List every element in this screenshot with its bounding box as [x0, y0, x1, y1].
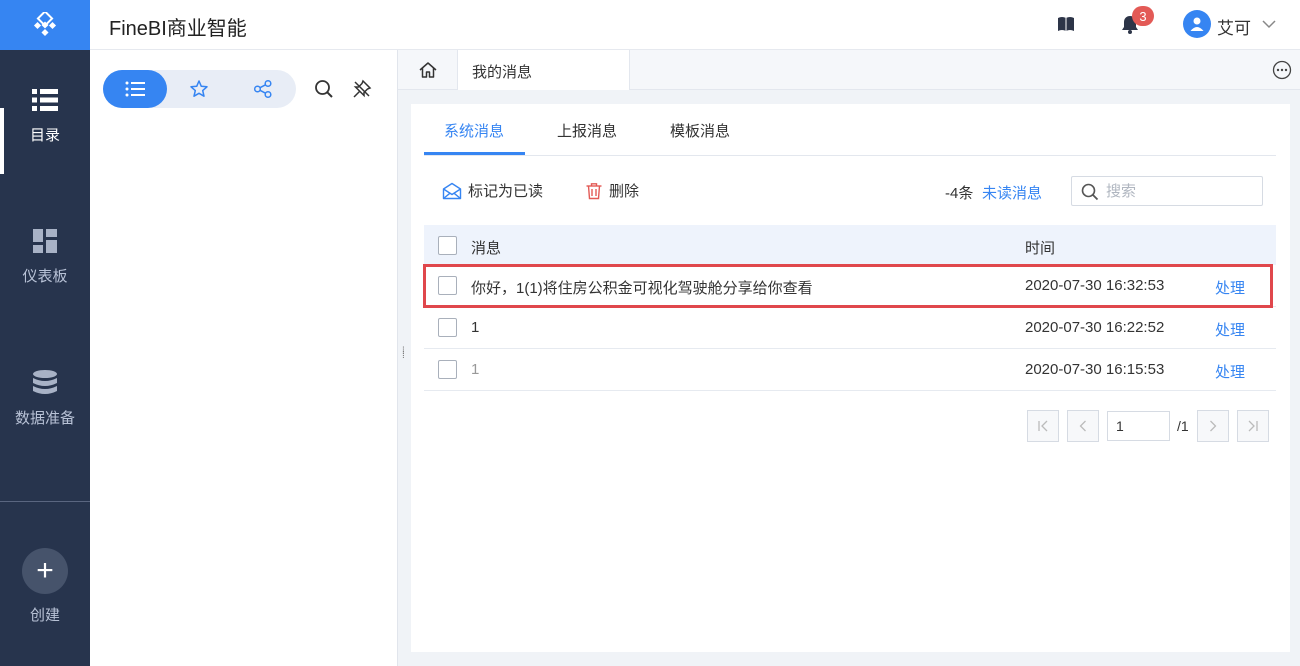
list-icon — [125, 81, 145, 97]
page-total: /1 — [1177, 418, 1189, 434]
messages-toolbar: 标记为已读 删除 -4条 未读消息 — [424, 170, 1276, 210]
handle-link[interactable]: 处理 — [1215, 361, 1245, 382]
unpin-icon[interactable] — [352, 79, 372, 99]
nav-divider — [0, 501, 90, 502]
nav-item-catalog[interactable]: 目录 — [0, 52, 90, 174]
tab-bar: 我的消息 — [398, 50, 1300, 90]
create-label: 创建 — [29, 607, 60, 624]
plus-icon: + — [22, 548, 68, 594]
tab-system-messages[interactable]: 系统消息 — [444, 120, 504, 141]
avatar[interactable] — [1183, 10, 1211, 38]
fine-logo[interactable] — [0, 0, 90, 50]
view-switcher — [103, 70, 296, 108]
top-bar: FineBI商业智能 3 艾可 — [90, 0, 1300, 50]
dashboard-icon — [31, 227, 59, 255]
share-icon — [253, 79, 272, 99]
column-header-message: 消息 — [471, 240, 502, 257]
unread-count: -4条 — [945, 185, 974, 202]
last-page-icon — [1248, 420, 1258, 432]
directory-panel — [90, 50, 397, 666]
message-text: 1 — [471, 319, 480, 336]
message-time: 2020-07-30 16:15:53 — [1025, 361, 1165, 378]
first-page-button[interactable] — [1027, 410, 1059, 442]
first-page-icon — [1038, 420, 1048, 432]
chevron-down-icon[interactable] — [1261, 16, 1277, 32]
nav-item-label: 数据准备 — [14, 410, 75, 427]
more-options-icon[interactable] — [1272, 60, 1292, 80]
search-icon[interactable] — [314, 79, 334, 99]
envelope-open-icon — [442, 182, 462, 199]
view-favorites-button[interactable] — [167, 70, 231, 108]
tab-template-messages[interactable]: 模板消息 — [670, 120, 730, 141]
message-time: 2020-07-30 16:22:52 — [1025, 319, 1165, 336]
table-row[interactable]: 1 2020-07-30 16:15:53 处理 — [424, 349, 1276, 391]
column-header-time: 时间 — [1025, 240, 1056, 257]
book-icon[interactable] — [1056, 14, 1078, 36]
create-button[interactable]: + 创建 — [0, 548, 90, 625]
messages-table: 消息 时间 你好，1(1)将住房公积金可视化驾驶舱分享给你查看 2020-07-… — [424, 225, 1276, 391]
nav-item-data-prep[interactable]: 数据准备 — [0, 335, 90, 457]
message-text: 1 — [471, 361, 480, 378]
home-tab[interactable] — [398, 50, 458, 90]
nav-item-label: 目录 — [29, 127, 60, 144]
tab-my-messages[interactable]: 我的消息 — [458, 50, 630, 90]
notification-badge: 3 — [1132, 6, 1154, 26]
delete-button[interactable]: 删除 — [585, 180, 639, 201]
handle-link[interactable]: 处理 — [1215, 319, 1245, 340]
app-root: 目录 仪表板 数据准备 + 创建 FineBI商业智能 3 艾可 ⁞ ⁞ 我的消… — [0, 0, 1300, 666]
chevron-left-icon — [1079, 420, 1086, 432]
search-field[interactable] — [1071, 176, 1263, 206]
table-row[interactable]: 你好，1(1)将住房公积金可视化驾驶舱分享给你查看 2020-07-30 16:… — [424, 265, 1276, 307]
user-icon — [1190, 17, 1204, 31]
message-type-tabs: 系统消息 上报消息 模板消息 — [424, 104, 1276, 156]
table-header: 消息 时间 — [424, 225, 1276, 265]
star-icon — [190, 80, 208, 97]
row-checkbox[interactable] — [438, 360, 457, 379]
search-icon — [1081, 183, 1099, 201]
nav-item-label: 仪表板 — [22, 268, 68, 285]
row-checkbox[interactable] — [438, 276, 457, 295]
view-list-button[interactable] — [103, 70, 167, 108]
select-all-checkbox[interactable] — [438, 236, 457, 255]
row-checkbox[interactable] — [438, 318, 457, 337]
message-text: 你好，1(1)将住房公积金可视化驾驶舱分享给你查看 — [471, 280, 813, 297]
drag-handle-icon: ⁞ ⁞ — [402, 346, 406, 361]
mark-read-button[interactable]: 标记为已读 — [442, 180, 543, 201]
active-tab-indicator — [424, 152, 525, 155]
panel-splitter[interactable]: ⁞ ⁞ — [397, 50, 411, 666]
app-title: FineBI商业智能 — [109, 18, 247, 40]
mark-read-label: 标记为已读 — [468, 183, 544, 200]
last-page-button[interactable] — [1237, 410, 1269, 442]
left-nav: 目录 仪表板 数据准备 + 创建 — [0, 0, 90, 666]
next-page-button[interactable] — [1197, 410, 1229, 442]
logo-icon — [33, 12, 57, 37]
delete-label: 删除 — [609, 183, 640, 200]
view-shared-button[interactable] — [231, 70, 295, 108]
messages-panel: 系统消息 上报消息 模板消息 标记为已读 删除 -4条 未读消息 搜索 消息 时… — [411, 104, 1290, 652]
message-time: 2020-07-30 16:32:53 — [1025, 277, 1165, 294]
page-number-input[interactable]: 1 — [1107, 411, 1170, 441]
home-icon — [419, 62, 436, 78]
prev-page-button[interactable] — [1067, 410, 1099, 442]
nav-item-dashboard[interactable]: 仪表板 — [0, 193, 90, 315]
handle-link[interactable]: 处理 — [1215, 277, 1245, 298]
pagination: 1 /1 — [1027, 410, 1277, 442]
tab-report-messages[interactable]: 上报消息 — [557, 120, 617, 141]
chevron-right-icon — [1210, 420, 1217, 432]
trash-icon — [586, 182, 602, 199]
table-row[interactable]: 1 2020-07-30 16:22:52 处理 — [424, 307, 1276, 349]
search-input[interactable] — [1106, 181, 1256, 201]
unread-messages-link[interactable]: 未读消息 — [982, 182, 1042, 203]
database-icon — [31, 369, 59, 397]
list-icon — [31, 86, 59, 114]
user-name[interactable]: 艾可 — [1217, 14, 1251, 39]
